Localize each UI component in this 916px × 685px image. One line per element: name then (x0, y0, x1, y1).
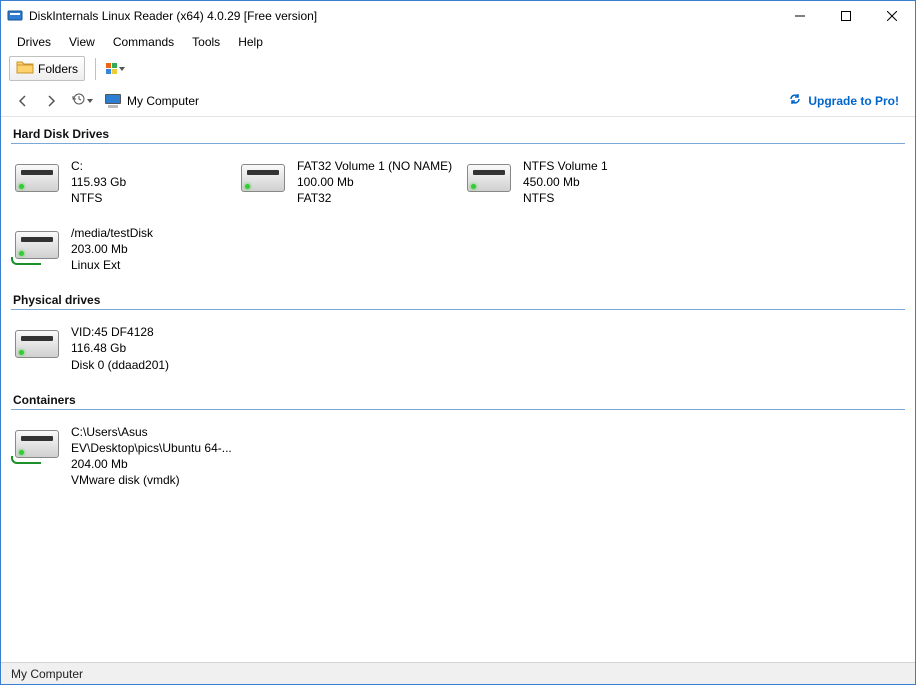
menu-tools[interactable]: Tools (184, 33, 228, 51)
refresh-icon (788, 92, 802, 109)
history-button[interactable] (71, 92, 93, 109)
upgrade-link[interactable]: Upgrade to Pro! (788, 92, 905, 109)
drive-fs: NTFS (523, 190, 608, 206)
drive-icon (465, 160, 513, 196)
breadcrumb[interactable]: My Computer (105, 94, 784, 108)
drive-name: NTFS Volume 1 (523, 158, 608, 174)
view-mode-button[interactable] (106, 63, 125, 74)
history-icon (71, 92, 85, 109)
forward-button[interactable] (39, 89, 63, 113)
drive-icon (13, 426, 61, 462)
drive-item[interactable]: NTFS Volume 1 450.00 Mb NTFS (463, 154, 689, 221)
maximize-button[interactable] (823, 1, 869, 31)
drive-icon (239, 160, 287, 196)
window-controls (777, 1, 915, 31)
drive-info: /media/testDisk 203.00 Mb Linux Ext (71, 225, 153, 274)
drive-item[interactable]: C:\Users\Asus EV\Desktop\pics\Ubuntu 64-… (11, 420, 237, 503)
section-cont-header: Containers (11, 387, 905, 410)
folders-label: Folders (38, 62, 78, 76)
drive-fs: FAT32 (297, 190, 452, 206)
app-window: DiskInternals Linux Reader (x64) 4.0.29 … (0, 0, 916, 685)
menu-bar: Drives View Commands Tools Help (1, 31, 915, 53)
window-title: DiskInternals Linux Reader (x64) 4.0.29 … (29, 9, 777, 23)
section-phys-header: Physical drives (11, 287, 905, 310)
section-hdd-header: Hard Disk Drives (11, 121, 905, 144)
drive-size: 100.00 Mb (297, 174, 452, 190)
drive-name: C:\Users\Asus EV\Desktop\pics\Ubuntu 64-… (71, 424, 235, 456)
drive-size: 450.00 Mb (523, 174, 608, 190)
folder-icon (16, 59, 34, 78)
nav-bar: My Computer Upgrade to Pro! (1, 85, 915, 117)
drive-size: 204.00 Mb (71, 456, 235, 472)
menu-drives[interactable]: Drives (9, 33, 59, 51)
drive-size: 116.48 Gb (71, 340, 169, 356)
phys-grid: VID:45 DF4128 116.48 Gb Disk 0 (ddaad201… (11, 320, 905, 387)
drive-item[interactable]: VID:45 DF4128 116.48 Gb Disk 0 (ddaad201… (11, 320, 237, 387)
minimize-button[interactable] (777, 1, 823, 31)
drive-item[interactable]: /media/testDisk 203.00 Mb Linux Ext (11, 221, 237, 288)
grid-icon (106, 63, 117, 74)
chevron-down-icon (87, 99, 93, 103)
drive-icon (13, 227, 61, 263)
drive-size: 115.93 Gb (71, 174, 126, 190)
folders-button[interactable]: Folders (9, 56, 85, 81)
drive-info: VID:45 DF4128 116.48 Gb Disk 0 (ddaad201… (71, 324, 169, 373)
title-bar: DiskInternals Linux Reader (x64) 4.0.29 … (1, 1, 915, 31)
close-button[interactable] (869, 1, 915, 31)
content-area: Hard Disk Drives C: 115.93 Gb NTFS FAT32… (1, 117, 915, 662)
drive-item[interactable]: C: 115.93 Gb NTFS (11, 154, 237, 221)
status-text: My Computer (11, 667, 83, 681)
drive-fs: NTFS (71, 190, 126, 206)
drive-info: NTFS Volume 1 450.00 Mb NTFS (523, 158, 608, 207)
drive-icon (13, 326, 61, 362)
drive-icon (13, 160, 61, 196)
drive-info: C: 115.93 Gb NTFS (71, 158, 126, 207)
drive-name: FAT32 Volume 1 (NO NAME) (297, 158, 452, 174)
drive-info: FAT32 Volume 1 (NO NAME) 100.00 Mb FAT32 (297, 158, 452, 207)
drive-item[interactable]: FAT32 Volume 1 (NO NAME) 100.00 Mb FAT32 (237, 154, 463, 221)
app-icon (7, 8, 23, 24)
status-bar: My Computer (1, 662, 915, 684)
computer-icon (105, 94, 121, 108)
drive-info: C:\Users\Asus EV\Desktop\pics\Ubuntu 64-… (71, 424, 235, 489)
toolbar-divider (95, 58, 96, 80)
drive-fs: Disk 0 (ddaad201) (71, 357, 169, 373)
toolbar: Folders (1, 53, 915, 85)
back-button[interactable] (11, 89, 35, 113)
drive-fs: VMware disk (vmdk) (71, 472, 235, 488)
drive-name: /media/testDisk (71, 225, 153, 241)
drive-name: C: (71, 158, 126, 174)
hdd-grid: C: 115.93 Gb NTFS FAT32 Volume 1 (NO NAM… (11, 154, 905, 287)
upgrade-label: Upgrade to Pro! (808, 94, 899, 108)
drive-name: VID:45 DF4128 (71, 324, 169, 340)
drive-fs: Linux Ext (71, 257, 153, 273)
breadcrumb-location: My Computer (127, 94, 199, 108)
chevron-down-icon (119, 67, 125, 71)
menu-view[interactable]: View (61, 33, 103, 51)
cont-grid: C:\Users\Asus EV\Desktop\pics\Ubuntu 64-… (11, 420, 905, 503)
menu-help[interactable]: Help (230, 33, 271, 51)
drive-size: 203.00 Mb (71, 241, 153, 257)
menu-commands[interactable]: Commands (105, 33, 182, 51)
